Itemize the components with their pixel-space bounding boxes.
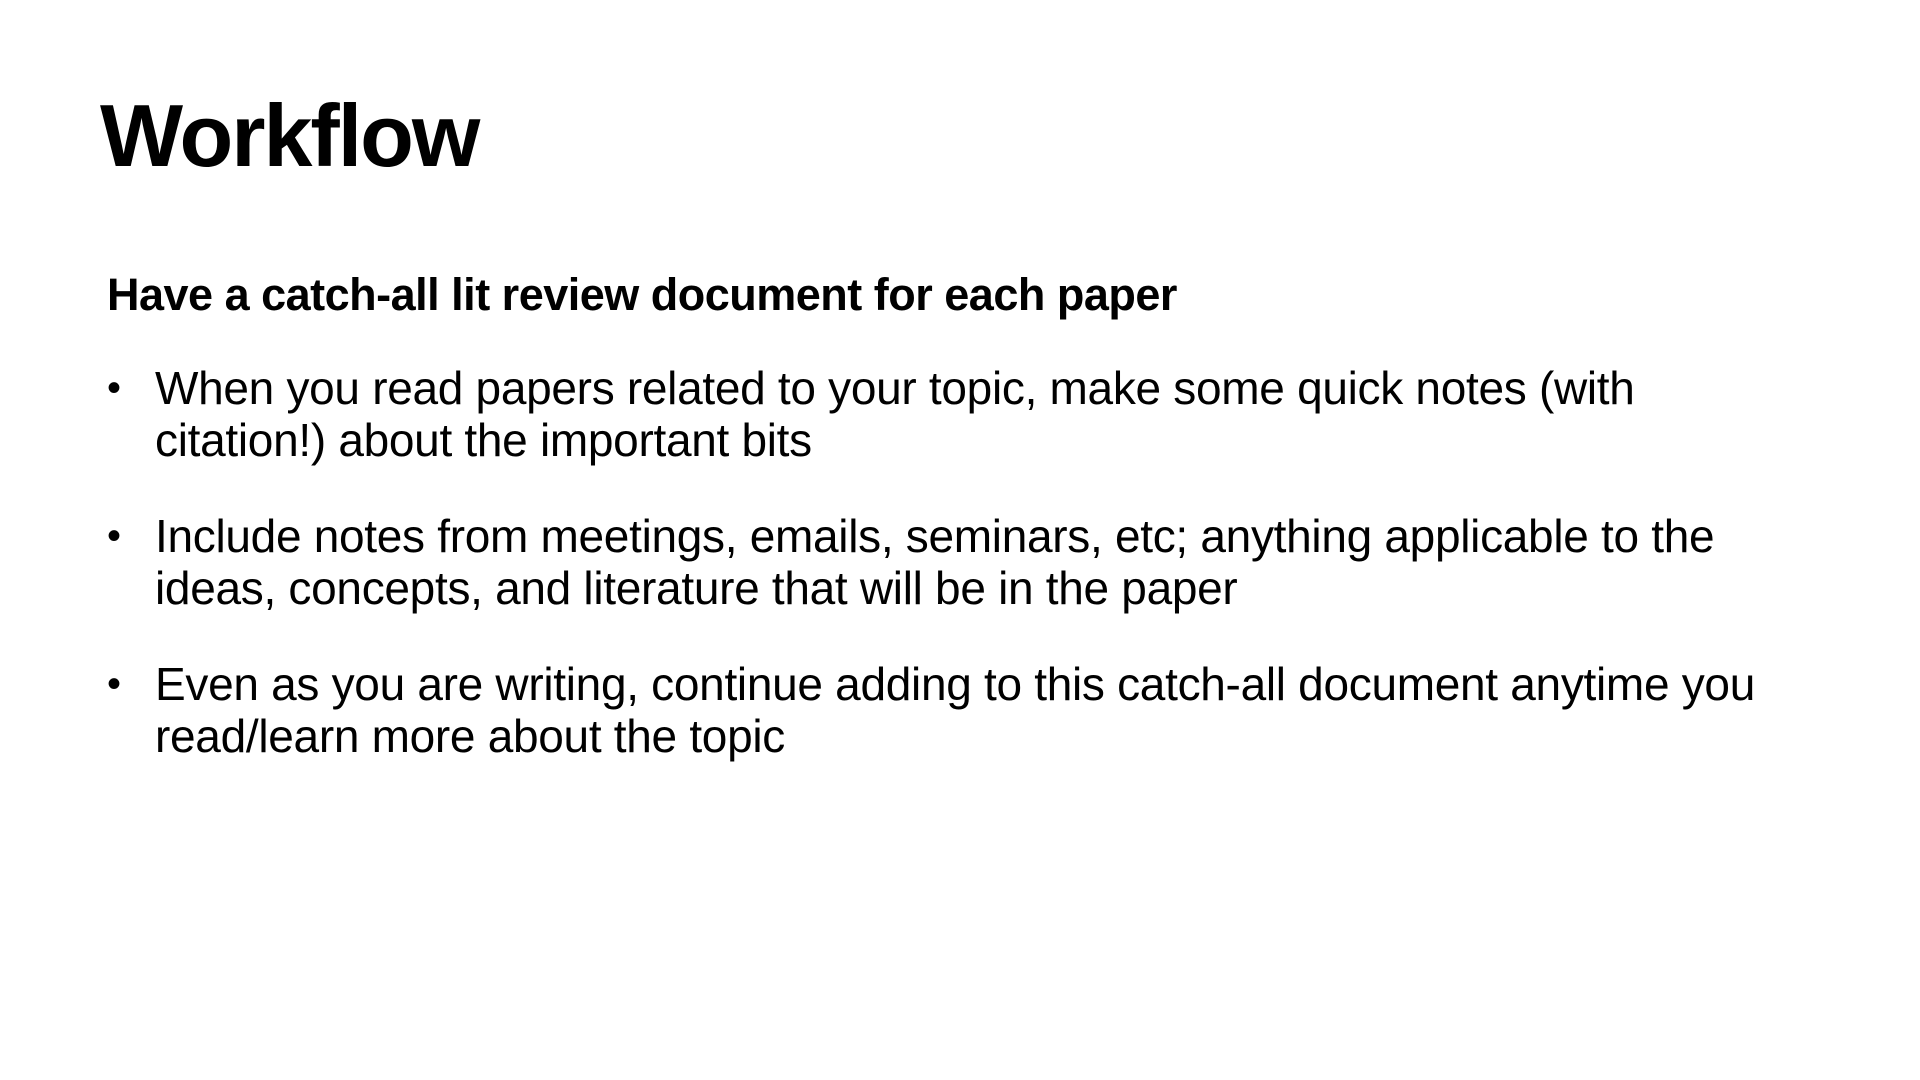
bullet-item: • When you read papers related to your t… [107,362,1807,466]
bullet-text: Even as you are writing, continue adding… [155,658,1755,762]
bullet-icon: • [107,366,121,410]
bullet-text: When you read papers related to your top… [155,362,1635,466]
slide-title: Workflow [100,86,480,185]
bullet-icon: • [107,662,121,706]
slide: Workflow Have a catch-all lit review doc… [0,0,1920,1080]
slide-subheading: Have a catch-all lit review document for… [107,269,1177,320]
bullet-item: • Even as you are writing, continue addi… [107,658,1807,762]
bullet-item: • Include notes from meetings, emails, s… [107,510,1807,614]
bullet-text: Include notes from meetings, emails, sem… [155,510,1715,614]
bullet-list: • When you read papers related to your t… [107,362,1807,806]
bullet-icon: • [107,514,121,558]
